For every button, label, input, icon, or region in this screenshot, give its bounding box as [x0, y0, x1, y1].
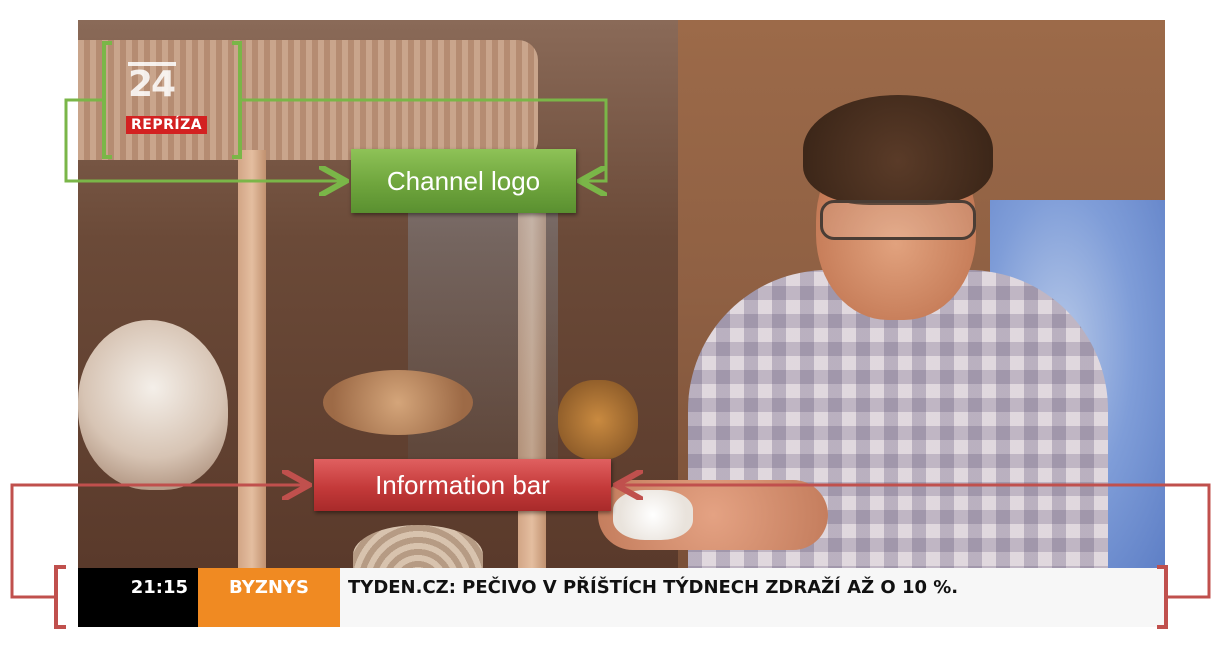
logo-bracket — [102, 41, 242, 159]
information-bar-label: Information bar — [314, 459, 611, 511]
ticker-bracket — [54, 565, 1168, 629]
channel-logo-label: Channel logo — [351, 149, 576, 213]
annotation-overlay — [10, 41, 1211, 629]
